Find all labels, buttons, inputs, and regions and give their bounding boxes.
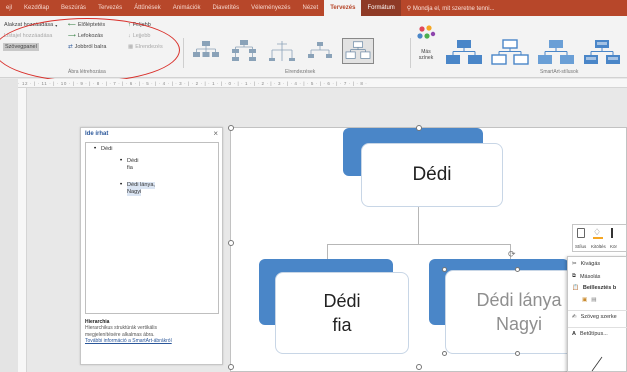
resize-handle[interactable]: [228, 364, 234, 370]
tab-slideshow[interactable]: Diavetítés: [206, 0, 245, 16]
style-icon[interactable]: [577, 228, 585, 238]
font-icon: A: [572, 331, 576, 337]
clipboard-icon: 📋: [572, 285, 579, 291]
tab-design[interactable]: Tervezés: [92, 0, 128, 16]
menu-item-paste-options[interactable]: 📋 Beillesztés b: [572, 285, 616, 291]
scissors-icon: ✂: [572, 261, 577, 267]
mini-toolbar: ♢ Stílus Kitöltés Kör: [572, 224, 627, 252]
text-pane-item-top[interactable]: Dédi: [101, 146, 113, 153]
node-right-text-line-1: Dédi lánya: [476, 290, 562, 310]
bullet-icon: •: [120, 182, 123, 188]
tab-view[interactable]: Nézet: [297, 0, 325, 16]
annotation-ellipse: [0, 18, 180, 82]
slide-thumbnail-strip: [0, 79, 18, 372]
text-pane-item-left-line-1[interactable]: Dédi: [127, 158, 139, 165]
text-pane-item-right-line-2[interactable]: Nagyi: [127, 189, 142, 196]
node-top[interactable]: Dédi: [361, 143, 503, 207]
smartart-style-thumbnail-4[interactable]: [582, 37, 622, 67]
node-left[interactable]: Dédi fia: [275, 272, 409, 354]
tab-insert[interactable]: Beszúrás: [55, 0, 92, 16]
mini-fill-label: Kitöltés: [591, 244, 606, 249]
color-palette-icon: [417, 25, 436, 39]
lightbulb-icon: ⚲: [406, 5, 412, 12]
text-pane-editor[interactable]: • Dédi • Dédi fia • Dédi lánya, Nagyi: [85, 142, 219, 314]
smartart-style-thumbnail-1[interactable]: [444, 37, 484, 67]
node-left-text-line-1: Dédi: [323, 291, 361, 311]
change-colors-button[interactable]: Más színek: [414, 24, 438, 66]
connector-line: [418, 206, 419, 244]
node-resize-handle[interactable]: [515, 267, 520, 272]
tell-me-text: Mondja el, mit szeretne tenni...: [412, 5, 495, 12]
menu-separator: [568, 310, 627, 311]
smartart-text-pane: Ide írhat × • Dédi • Dédi fia • Dédi lán…: [80, 127, 223, 365]
node-resize-handle[interactable]: [515, 351, 520, 356]
outline-icon[interactable]: [611, 228, 621, 238]
learn-more-link[interactable]: További információ a SmartArt-ábrákról: [85, 338, 219, 344]
tab-transitions[interactable]: Áttűnések: [128, 0, 167, 16]
menu-item-edit-text-label: Szöveg szerke: [580, 314, 617, 320]
menu-item-copy[interactable]: ⧉ Másolás: [572, 273, 600, 280]
ribbon-separator: [183, 38, 184, 68]
text-pane-item-left-line-2[interactable]: fia: [127, 165, 133, 172]
node-left-text-line-2: fia: [332, 315, 352, 335]
menu-item-edit-text[interactable]: ✍ Szöveg szerke: [572, 314, 617, 320]
smartart-style-thumbnail-3[interactable]: [536, 37, 576, 67]
menu-item-font[interactable]: A Betűtípus...: [572, 331, 608, 337]
text-pane-title: Ide írhat: [85, 131, 109, 137]
text-edit-icon: ✍: [572, 314, 577, 320]
node-top-text: Dédi: [412, 164, 452, 185]
menu-item-copy-label: Másolás: [579, 273, 601, 280]
resize-handle[interactable]: [228, 240, 234, 246]
layout-thumbnail-2[interactable]: [228, 38, 260, 64]
tell-me-box[interactable]: ⚲ Mondja el, mit szeretne tenni...: [401, 5, 495, 12]
node-resize-handle[interactable]: [442, 267, 447, 272]
paste-keep-format-icon: ▣: [582, 297, 588, 303]
tab-file[interactable]: ejl: [0, 0, 18, 16]
context-menu: ✂ Kivágás ⧉ Másolás 📋 Beillesztés b ▣ ▤ …: [567, 256, 627, 372]
bullet-icon: •: [120, 158, 123, 164]
layouts-group-label: Elrendezések: [285, 69, 316, 75]
paste-option-buttons[interactable]: ▣ ▤: [582, 297, 596, 303]
rotate-handle-icon[interactable]: ⟳: [508, 249, 518, 259]
layout-thumbnail-hierarchy-selected[interactable]: [342, 38, 374, 64]
menu-item-cut-label: Kivágás: [580, 261, 601, 267]
ribbon-separator: [410, 38, 411, 68]
mouse-cursor-icon: [591, 356, 603, 372]
change-colors-label-2: színek: [418, 55, 434, 61]
tab-review[interactable]: Véleményezés: [245, 0, 296, 16]
layout-thumbnail-4[interactable]: [304, 38, 336, 64]
paste-picture-icon: ▤: [591, 297, 597, 303]
text-pane-footer: Hierarchia Hierarchikus struktúrák verti…: [85, 319, 219, 345]
horizontal-ruler: · 12 · | · 11 · | · 10 · | · 9 · | · 8 ·…: [18, 79, 627, 88]
resize-handle[interactable]: [416, 364, 422, 370]
menu-separator: [568, 327, 627, 328]
layout-thumbnail-1[interactable]: [190, 38, 222, 64]
tab-animations[interactable]: Animációk: [167, 0, 207, 16]
menu-item-paste-label: Beillesztés b: [582, 285, 617, 291]
text-pane-item-right-line-1[interactable]: Dédi lánya,: [127, 182, 155, 189]
bullet-icon: •: [94, 146, 97, 152]
menu-item-cut[interactable]: ✂ Kivágás: [572, 261, 600, 267]
tab-format[interactable]: Formátum: [361, 0, 401, 16]
resize-handle[interactable]: [228, 125, 234, 131]
fill-color-bar: [593, 237, 603, 239]
ribbon-tab-bar: ejl Kezdőlap Beszúrás Tervezés Áttűnések…: [0, 0, 627, 16]
mini-outline-label: Kör: [610, 244, 618, 249]
node-resize-handle[interactable]: [442, 351, 447, 356]
layout-thumbnail-3[interactable]: [266, 38, 298, 64]
connector-line: [327, 244, 510, 245]
vertical-ruler: [18, 88, 27, 372]
node-right-text-line-2: Nagyi: [495, 314, 543, 334]
tab-home[interactable]: Kezdőlap: [18, 0, 55, 16]
tab-smartart-design[interactable]: Tervezés: [324, 0, 362, 16]
close-icon[interactable]: ×: [213, 129, 218, 138]
menu-item-font-label: Betűtípus...: [579, 331, 608, 337]
resize-handle[interactable]: [416, 125, 422, 131]
smartart-style-thumbnail-2[interactable]: [490, 37, 530, 67]
copy-icon: ⧉: [572, 273, 576, 279]
smartart-styles-group-label: SmartArt-stílusok: [540, 69, 579, 75]
mini-style-label: Stílus: [575, 244, 587, 249]
